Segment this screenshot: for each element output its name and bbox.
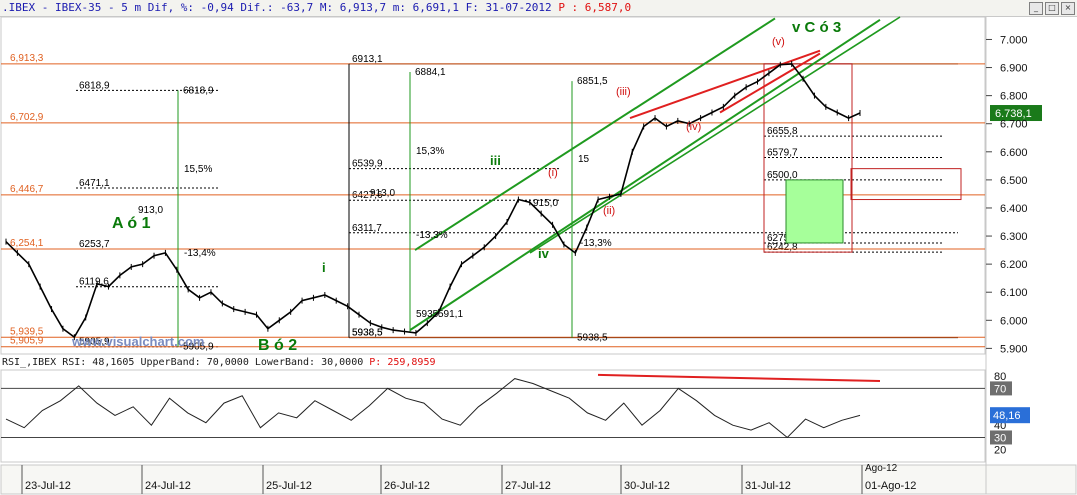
price-axis-label: 6.100 xyxy=(1000,287,1028,299)
annotation-label: A ó 1 xyxy=(112,215,151,232)
level-label: 6242,8 xyxy=(767,242,798,253)
price-axis-label: 6.500 xyxy=(1000,175,1028,187)
annotation-label: (ii) xyxy=(603,205,615,217)
measure-label: 5938,5 xyxy=(577,333,608,344)
orange-level-label: 5,905,9 xyxy=(10,336,44,347)
price-axis-label: 5.900 xyxy=(1000,343,1028,355)
annotation-label: v C ó 3 xyxy=(792,19,841,36)
level-label: 6913,1 xyxy=(352,54,383,65)
orange-level-label: 6,446,7 xyxy=(10,184,44,195)
price-axis-label: 6.400 xyxy=(1000,203,1028,215)
rsi-panel xyxy=(0,369,986,463)
price-axis-label: 6.900 xyxy=(1000,63,1028,75)
orange-level-label: 6,702,9 xyxy=(10,112,44,123)
price-axis-label: 6.700 xyxy=(1000,119,1028,131)
annotation-label: -13,3% xyxy=(416,230,448,241)
annotation-label: (iii) xyxy=(616,86,631,98)
price-axis-label: 6.300 xyxy=(1000,231,1028,243)
time-axis-month-label: Ago-12 xyxy=(865,463,898,474)
annotation-label: i xyxy=(322,260,326,275)
measure-label: 6818,9 xyxy=(183,85,214,96)
annotation-label: -13,4% xyxy=(184,248,216,259)
annotation-label: (iv) xyxy=(686,121,701,133)
target-zone-box xyxy=(785,179,844,244)
level-label: 6539,9 xyxy=(352,159,383,170)
orange-level-label: 6,254,1 xyxy=(10,238,44,249)
time-axis-label: 31-Jul-12 xyxy=(745,480,791,492)
time-axis-label: 23-Jul-12 xyxy=(25,480,71,492)
annotation-label: www.visualchart.com xyxy=(71,334,204,349)
measure-label: 5938,5 xyxy=(352,328,383,339)
price-axis-label: 6.200 xyxy=(1000,259,1028,271)
time-axis-label: 01-Ago-12 xyxy=(865,480,916,492)
annotation-label: 5935 xyxy=(416,309,439,320)
annotation-label: 15,3% xyxy=(416,146,444,157)
rsi-axis-label: 70 xyxy=(994,383,1006,395)
annotation-label: 591,1 xyxy=(438,309,463,320)
annotation-label: 15,5% xyxy=(184,164,212,175)
price-axis-label: 6.000 xyxy=(1000,315,1028,327)
rsi-current-label: 48,16 xyxy=(993,410,1021,422)
annotation-label: (v) xyxy=(772,36,785,48)
annotation-label: iv xyxy=(538,246,550,261)
rsi-axis-label: 80 xyxy=(994,371,1006,383)
price-axis-label: 6.800 xyxy=(1000,91,1028,103)
annotation-label: 15 xyxy=(578,154,590,165)
annotation-label: 915,0 xyxy=(533,198,558,209)
level-label: 6500,0 xyxy=(767,170,798,181)
level-label: 6311,7 xyxy=(352,223,382,234)
measure-label: 6851,5 xyxy=(577,76,608,87)
measure-label: 6884,1 xyxy=(415,67,446,78)
time-axis-label: 30-Jul-12 xyxy=(624,480,670,492)
price-axis-label: 6.600 xyxy=(1000,147,1028,159)
annotation-label: (i) xyxy=(548,167,558,179)
annotation-label: 913,0 xyxy=(138,205,163,216)
level-label: 6655,8 xyxy=(767,126,798,137)
price-axis-label: 7.000 xyxy=(1000,34,1028,46)
level-label: 6471,1 xyxy=(79,178,110,189)
chart-canvas: 6913,1 6818,9 6655,8 6579,7 6539,9 6500,0 6471… xyxy=(0,16,1077,495)
level-label: 6818,9 xyxy=(79,80,110,91)
annotation-label: B ó 2 xyxy=(258,337,297,354)
orange-level-label: 6,913,3 xyxy=(10,53,44,64)
annotation-label: 913,0 xyxy=(370,188,395,199)
rsi-axis-label: 30 xyxy=(994,432,1006,444)
time-axis-label: 26-Jul-12 xyxy=(384,480,430,492)
level-label: 6579,7 xyxy=(767,148,798,159)
time-axis-label: 27-Jul-12 xyxy=(505,480,551,492)
level-label: 6253,7 xyxy=(79,239,110,250)
time-axis-label: 24-Jul-12 xyxy=(145,480,191,492)
annotation-label: -13,3% xyxy=(580,238,612,249)
annotation-label: iii xyxy=(490,153,501,168)
time-axis-label: 25-Jul-12 xyxy=(266,480,312,492)
rsi-axis-label: 20 xyxy=(994,445,1006,457)
